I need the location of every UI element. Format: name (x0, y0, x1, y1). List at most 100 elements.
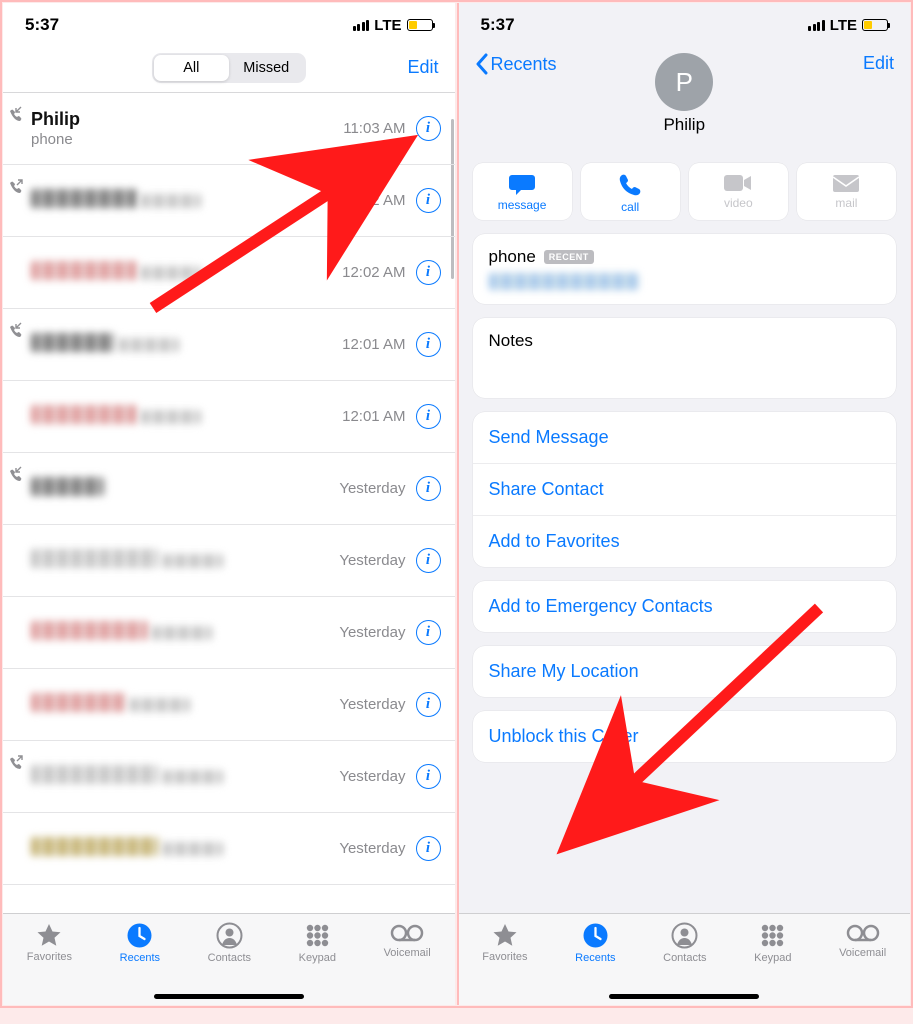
action-label: mail (835, 196, 857, 210)
battery-icon (862, 19, 888, 31)
video-icon (723, 172, 753, 194)
status-bar: 5:37 LTE (3, 3, 455, 43)
signal-icon (353, 20, 370, 31)
tab-favorites[interactable]: Favorites (482, 922, 527, 1005)
voicemail-icon (846, 922, 880, 944)
menu-item-add-to-emergency-contacts[interactable]: Add to Emergency Contacts (473, 581, 897, 632)
recents-row[interactable]: 12:01 AM i (3, 381, 455, 453)
action-call[interactable]: call (581, 163, 680, 220)
tab-recents[interactable]: Recents (575, 922, 615, 1005)
tab-contacts[interactable]: Contacts (208, 922, 251, 1005)
recents-list[interactable]: Philip phone 11:03 AM i 12:02 AM i 12:02… (3, 93, 455, 913)
favorites-icon (35, 922, 63, 948)
tab-keypad[interactable]: Keypad (754, 922, 791, 1005)
notes-label: Notes (489, 331, 881, 351)
info-button[interactable]: i (416, 548, 441, 573)
info-button[interactable]: i (416, 764, 441, 789)
network-label: LTE (830, 17, 857, 34)
tab-recents[interactable]: Recents (120, 922, 160, 1005)
recents-icon (126, 922, 153, 949)
home-indicator (609, 994, 759, 999)
call-time: Yesterday (339, 552, 405, 569)
caller-name (31, 405, 137, 424)
info-button[interactable]: i (416, 836, 441, 861)
info-button[interactable]: i (416, 332, 441, 357)
call-icon (617, 172, 643, 198)
recents-row[interactable]: Yesterday i (3, 741, 455, 813)
caller-sub (141, 194, 201, 208)
info-button[interactable]: i (416, 260, 441, 285)
recents-row[interactable]: Philip phone 11:03 AM i (3, 93, 455, 165)
action-message[interactable]: message (473, 163, 572, 220)
phone-number-redacted: hidden (489, 273, 639, 290)
edit-button[interactable]: Edit (407, 57, 438, 78)
caller-sub (152, 626, 212, 640)
back-button[interactable]: Recents (475, 53, 557, 75)
recents-icon (582, 922, 609, 949)
menu-item-unblock-this-caller[interactable]: Unblock this Caller (473, 711, 897, 762)
seg-all[interactable]: All (154, 55, 229, 81)
tab-contacts[interactable]: Contacts (663, 922, 706, 1005)
action-label: call (621, 200, 639, 214)
action-label: message (498, 198, 547, 212)
info-button[interactable]: i (416, 188, 441, 213)
call-time: Yesterday (339, 768, 405, 785)
recents-row[interactable]: 12:02 AM i (3, 165, 455, 237)
menu-item-add-to-favorites[interactable]: Add to Favorites (473, 516, 897, 567)
info-button[interactable]: i (416, 476, 441, 501)
tab-voicemail[interactable]: Voicemail (839, 922, 886, 1005)
tab-label: Contacts (663, 952, 706, 964)
call-time: Yesterday (339, 840, 405, 857)
tab-label: Voicemail (384, 947, 431, 959)
call-time: 12:01 AM (342, 408, 405, 425)
keypad-icon (304, 922, 331, 949)
call-time: Yesterday (339, 480, 405, 497)
call-direction-icon (7, 466, 24, 483)
phone-card[interactable]: phone RECENT hidden (473, 234, 897, 304)
call-time: Yesterday (339, 624, 405, 641)
call-time: Yesterday (339, 696, 405, 713)
recents-row[interactable]: 12:02 AM i (3, 237, 455, 309)
tab-label: Recents (120, 952, 160, 964)
recents-row[interactable]: Yesterday i (3, 525, 455, 597)
tab-voicemail[interactable]: Voicemail (384, 922, 431, 1005)
menu-item-share-contact[interactable]: Share Contact (473, 464, 897, 516)
tab-favorites[interactable]: Favorites (27, 922, 72, 1005)
caller-name (31, 837, 159, 856)
menu-item-send-message[interactable]: Send Message (473, 412, 897, 464)
edit-button[interactable]: Edit (863, 53, 894, 74)
call-time: 12:02 AM (342, 192, 405, 209)
clock: 5:37 (481, 15, 515, 35)
tab-label: Recents (575, 952, 615, 964)
menu-item-share-my-location[interactable]: Share My Location (473, 646, 897, 697)
recents-row[interactable]: Yesterday i (3, 669, 455, 741)
caller-sub (163, 842, 223, 856)
info-button[interactable]: i (416, 620, 441, 645)
info-button[interactable]: i (416, 404, 441, 429)
seg-missed[interactable]: Missed (229, 55, 304, 81)
info-button[interactable]: i (416, 692, 441, 717)
contacts-icon (216, 922, 243, 949)
recents-row[interactable]: Yesterday i (3, 813, 455, 885)
info-button[interactable]: i (416, 116, 441, 141)
recents-row[interactable]: Yesterday i (3, 453, 455, 525)
tab-label: Keypad (299, 952, 336, 964)
back-label: Recents (491, 54, 557, 75)
notes-card[interactable]: Notes (473, 318, 897, 398)
tab-bar: Favorites Recents Contacts Keypad Voicemail (459, 913, 911, 1005)
network-label: LTE (374, 17, 401, 34)
tab-keypad[interactable]: Keypad (299, 922, 336, 1005)
caller-name (31, 549, 159, 568)
caller-sub (119, 338, 179, 352)
recents-row[interactable]: 12:01 AM i (3, 309, 455, 381)
recents-screen: 5:37 LTE All Missed Edit Philip phone 11… (3, 3, 455, 1005)
tab-bar: Favorites Recents Contacts Keypad Voicemail (3, 913, 455, 1005)
tab-label: Voicemail (839, 947, 886, 959)
caller-name (31, 333, 115, 352)
recents-row[interactable]: Yesterday i (3, 597, 455, 669)
segmented-control[interactable]: All Missed (152, 53, 306, 83)
caller-name (31, 765, 159, 784)
menu-group-3: Share My Location (473, 646, 897, 697)
caller-name (31, 621, 148, 640)
caller-name (31, 693, 126, 712)
